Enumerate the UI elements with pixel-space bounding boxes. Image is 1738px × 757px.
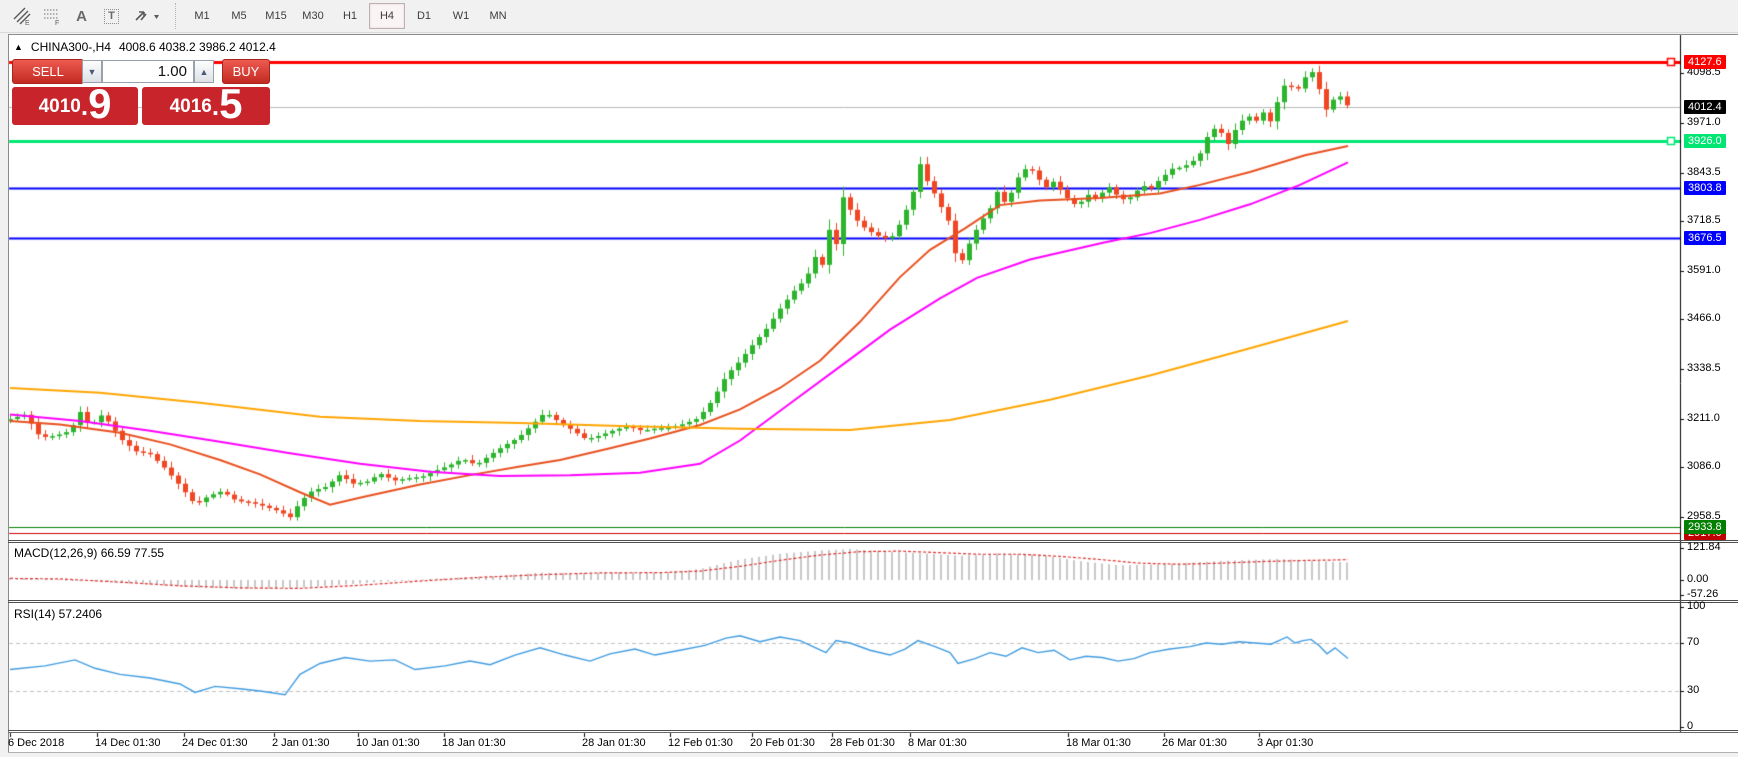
price-axis-tick: 3086.0 (1687, 460, 1721, 473)
rsi-timeaxis-separator[interactable] (8, 730, 1738, 731)
ask-price-dot: . (211, 91, 220, 121)
main-macd-separator-line2 (8, 542, 1738, 543)
bid-price-pip: 9 (88, 80, 112, 127)
bid-price-main: 4010 (38, 96, 81, 117)
time-axis-label: 6 Dec 2018 (8, 737, 65, 749)
ask-price-tile[interactable]: 4016 . 5 (142, 80, 270, 127)
time-axis-label: 3 Apr 01:30 (1257, 737, 1314, 749)
chevron-up-icon: ▲ (199, 66, 209, 77)
volume-increase-button[interactable]: ▲ (194, 60, 214, 83)
macd-rsi-separator[interactable] (8, 600, 1738, 601)
rsi-axis-tick: 70 (1687, 636, 1700, 648)
time-axis-label: 8 Mar 01:30 (908, 737, 967, 749)
rsi-indicator-label: RSI(14) 57.2406 (14, 607, 103, 621)
rsi-timeaxis-separator-line2 (8, 732, 1738, 733)
time-axis-label: 26 Mar 01:30 (1162, 737, 1227, 749)
time-axis-label: 2 Jan 01:30 (272, 737, 330, 749)
ohlc-values: 4008.6 4038.2 3986.2 4012.4 (118, 40, 276, 54)
trading-platform-window: E F A T M1M5M15M30H1H4D1W1MN (0, 0, 1738, 757)
rsi-axis-tick: 100 (1687, 599, 1706, 612)
price-line-badge: 3676.5 (1684, 230, 1726, 245)
macd-indicator-label: MACD(12,26,9) 66.59 77.55 (14, 546, 165, 560)
bid-price-tile[interactable]: 4010 . 9 (12, 80, 138, 127)
price-axis-tick: 3466.0 (1687, 312, 1721, 325)
ask-price-pip: 5 (219, 80, 243, 127)
volume-input[interactable] (102, 60, 194, 83)
time-axis-label: 24 Dec 01:30 (182, 737, 248, 749)
price-line-badge: 2933.8 (1684, 519, 1726, 534)
rsi-axis-tick: 30 (1687, 684, 1700, 697)
price-axis-tick: 3211.0 (1687, 411, 1720, 424)
time-axis-label: 10 Jan 01:30 (356, 737, 420, 749)
time-axis-label: 14 Dec 01:30 (95, 737, 161, 749)
ask-price-main: 4016 (169, 96, 212, 117)
time-axis-label: 12 Feb 01:30 (668, 737, 733, 749)
price-line-badge: 4127.6 (1684, 55, 1726, 70)
price-axis-tick: 3843.5 (1687, 165, 1721, 178)
symbol-timeframe-label: CHINA300-,H4 (30, 40, 111, 54)
rsi-axis-tick: 0 (1687, 720, 1694, 733)
macd-rsi-separator-line2 (8, 602, 1738, 603)
price-line-badge: 4012.4 (1684, 99, 1726, 114)
price-axis-tick: 3718.5 (1687, 214, 1721, 227)
time-axis-label: 28 Feb 01:30 (830, 737, 895, 749)
time-axis-label: 18 Jan 01:30 (442, 737, 506, 749)
bid-price-dot: . (80, 91, 89, 121)
price-line-badge: 3926.0 (1684, 133, 1726, 148)
time-axis-label: 20 Feb 01:30 (750, 737, 815, 749)
chevron-down-icon: ▼ (87, 66, 97, 77)
macd-axis-tick: -57.26 (1687, 588, 1719, 601)
symbol-info-line: ▲ CHINA300-,H4 4008.6 4038.2 3986.2 4012… (14, 40, 276, 54)
sell-button[interactable]: SELL (12, 59, 84, 84)
price-axis-tick: 3338.5 (1687, 362, 1721, 375)
price-axis-tick: 3591.0 (1687, 263, 1721, 276)
price-line-badge: 3803.8 (1684, 181, 1726, 196)
main-macd-separator[interactable] (8, 540, 1738, 541)
collapse-arrow-icon[interactable]: ▲ (14, 42, 23, 52)
status-strip (0, 753, 1738, 757)
price-axis-tick: 3971.0 (1687, 116, 1721, 128)
time-axis-label: 18 Mar 01:30 (1066, 737, 1131, 749)
chart-window-left-border (8, 34, 9, 752)
macd-axis-tick: 121.84 (1687, 541, 1721, 553)
one-click-trade-panel: SELL ▼ ▲ BUY 4010 . 9 4016 . 5 (12, 59, 270, 125)
macd-axis-tick: 0.00 (1687, 573, 1709, 585)
chart-window-top-border (8, 34, 1738, 35)
time-axis-label: 28 Jan 01:30 (582, 737, 646, 749)
